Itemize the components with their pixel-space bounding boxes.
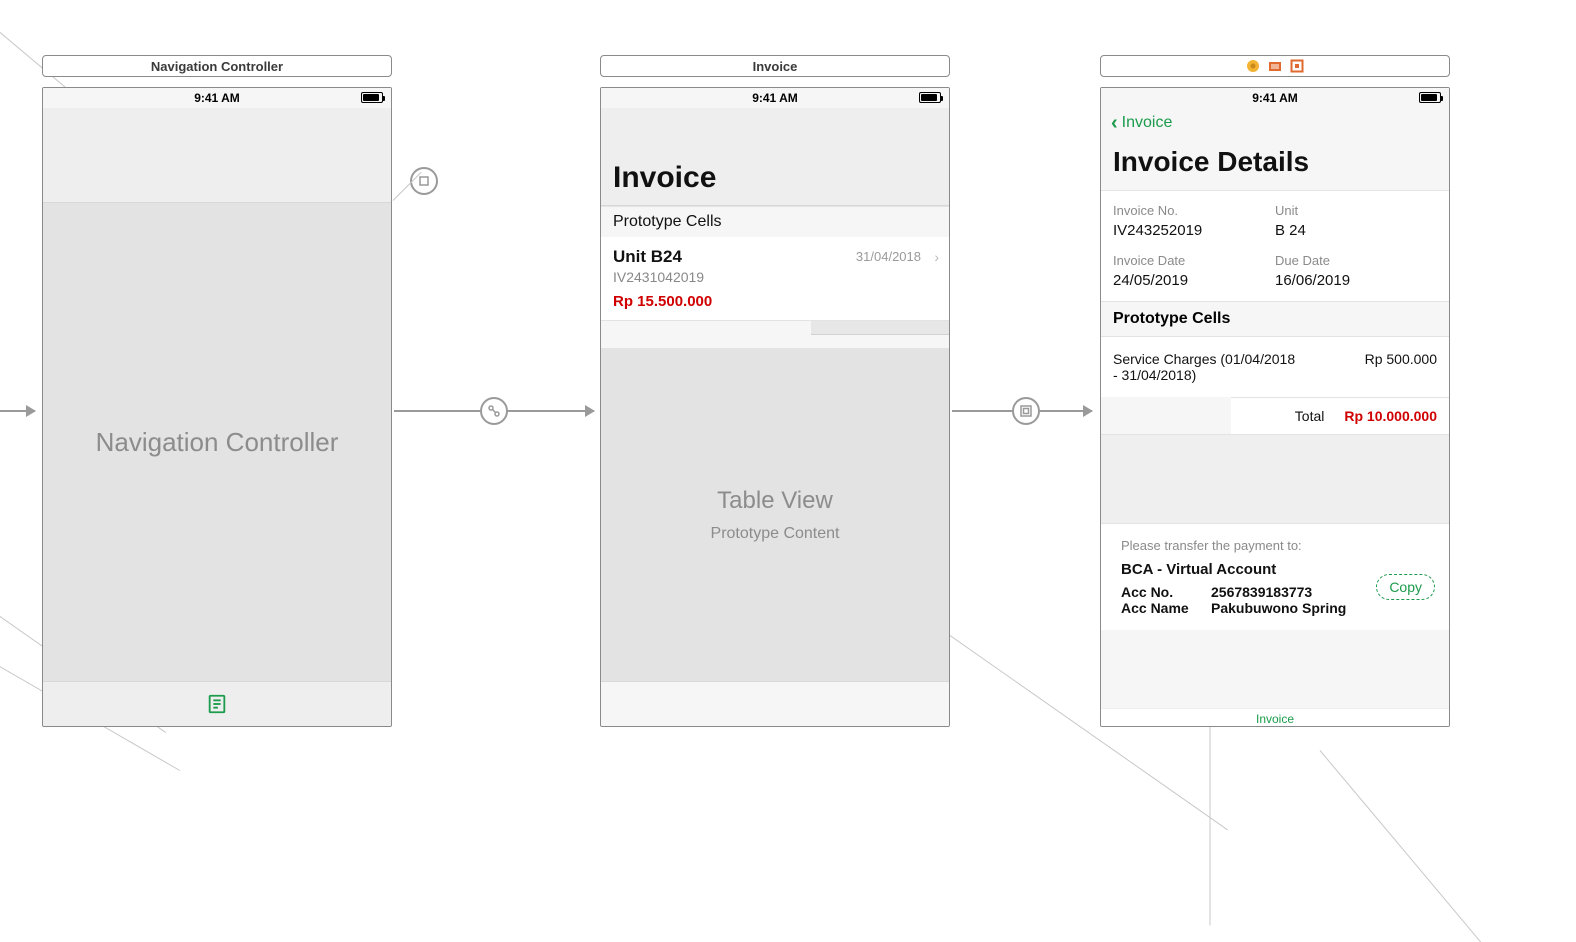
- scene-invoice[interactable]: Invoice 9:41 AM Invoice Prototype Cells …: [600, 55, 950, 727]
- status-time: 9:41 AM: [752, 91, 798, 105]
- misplaced-views-icon: [1246, 59, 1260, 73]
- accno-label: Acc No.: [1121, 584, 1211, 600]
- chevron-right-icon: ›: [934, 249, 939, 265]
- prototype-cells-label: Prototype Cells: [1101, 301, 1449, 337]
- tab-bar: [43, 681, 391, 726]
- cell-invoice-number: IV2431042019: [613, 269, 937, 285]
- constraints-warning-icon: [1268, 59, 1282, 73]
- status-time: 9:41 AM: [1252, 91, 1298, 105]
- payment-info: Please transfer the payment to: BCA - Vi…: [1101, 524, 1449, 630]
- nav-controller-title: Navigation Controller: [96, 427, 339, 458]
- invoice-meta: Invoice No. IV243252019 Unit B 24 Invoic…: [1101, 191, 1449, 301]
- spacer: [1101, 434, 1449, 524]
- status-bar: 9:41 AM: [601, 88, 949, 108]
- scene-navigation-controller[interactable]: Navigation Controller 9:41 AM Navigation…: [42, 55, 392, 727]
- unit-label: Unit: [1275, 203, 1437, 218]
- invoice-cell[interactable]: Unit B24 IV2431042019 Rp 15.500.000 31/0…: [601, 237, 949, 321]
- line-amount: Rp 500.000: [1365, 351, 1437, 367]
- accname-value: Pakubuwono Spring: [1211, 600, 1346, 616]
- nav-bar-placeholder: [43, 108, 391, 203]
- table-view-placeholder: Table View Prototype Content: [601, 348, 949, 681]
- tableview-title: Table View: [717, 487, 833, 515]
- nav-bar: ‹ Invoice: [1101, 108, 1449, 138]
- unit-value: B 24: [1275, 222, 1437, 239]
- back-label: Invoice: [1122, 114, 1173, 132]
- scene-label[interactable]: [1100, 55, 1450, 77]
- canvas-line: [1210, 726, 1211, 926]
- invdate-value: 24/05/2019: [1113, 272, 1275, 289]
- large-title: Invoice Details: [1101, 138, 1449, 191]
- total-value: Rp 10.000.000: [1344, 408, 1437, 424]
- invno-value: IV243252019: [1113, 222, 1275, 239]
- storyboard-canvas[interactable]: Navigation Controller 9:41 AM Navigation…: [0, 0, 1576, 824]
- invoice-tab-icon: [206, 693, 228, 715]
- segue-arrow: [0, 410, 35, 412]
- total-label: Total: [1295, 408, 1325, 424]
- battery-icon: [919, 92, 941, 103]
- status-bar: 9:41 AM: [1101, 88, 1449, 108]
- line-desc: Service Charges (01/04/2018 - 31/04/2018…: [1113, 351, 1303, 383]
- chevron-left-icon: ‹: [1111, 113, 1118, 133]
- back-button[interactable]: ‹ Invoice: [1111, 113, 1172, 133]
- cell-amount: Rp 15.500.000: [613, 293, 937, 310]
- status-time: 9:41 AM: [194, 91, 240, 105]
- battery-icon: [361, 92, 383, 103]
- nav-controller-body: Navigation Controller: [43, 203, 391, 681]
- tab-bar: Invoice: [1101, 708, 1449, 726]
- large-title: Invoice: [601, 153, 949, 205]
- phone-frame: 9:41 AM Navigation Controller: [42, 87, 392, 727]
- tableview-subtitle: Prototype Content: [711, 525, 840, 543]
- accno-value: 2567839183773: [1211, 584, 1312, 600]
- invdate-label: Invoice Date: [1113, 253, 1275, 268]
- layout-warning-icon: [1290, 59, 1304, 73]
- prototype-cells-label: Prototype Cells: [601, 206, 949, 237]
- segue-badge-embed[interactable]: [410, 167, 438, 195]
- tab-label[interactable]: Invoice: [1256, 712, 1294, 726]
- canvas-line: [1320, 750, 1481, 942]
- invno-label: Invoice No.: [1113, 203, 1275, 218]
- phone-frame: 9:41 AM Invoice Prototype Cells Unit B24…: [600, 87, 950, 727]
- segue-badge-show[interactable]: [1012, 397, 1040, 425]
- duedate-label: Due Date: [1275, 253, 1437, 268]
- total-row: Total Rp 10.000.000: [1231, 397, 1449, 434]
- status-bar: 9:41 AM: [43, 88, 391, 108]
- phone-frame: 9:41 AM ‹ Invoice Invoice Details Invoic…: [1100, 87, 1450, 727]
- cell-date: 31/04/2018: [856, 249, 921, 264]
- duedate-value: 16/06/2019: [1275, 272, 1437, 289]
- copy-button[interactable]: Copy: [1376, 574, 1435, 600]
- tab-bar: [601, 681, 949, 726]
- charge-line-item[interactable]: Service Charges (01/04/2018 - 31/04/2018…: [1101, 337, 1449, 397]
- scene-label[interactable]: Navigation Controller: [42, 55, 392, 77]
- battery-icon: [1419, 92, 1441, 103]
- payment-intro: Please transfer the payment to:: [1121, 538, 1429, 553]
- cell-shelf: [811, 321, 949, 335]
- scene-label[interactable]: Invoice: [600, 55, 950, 77]
- segue-badge-relationship[interactable]: [480, 397, 508, 425]
- accname-label: Acc Name: [1121, 600, 1211, 616]
- scene-invoice-details[interactable]: 9:41 AM ‹ Invoice Invoice Details Invoic…: [1100, 55, 1450, 727]
